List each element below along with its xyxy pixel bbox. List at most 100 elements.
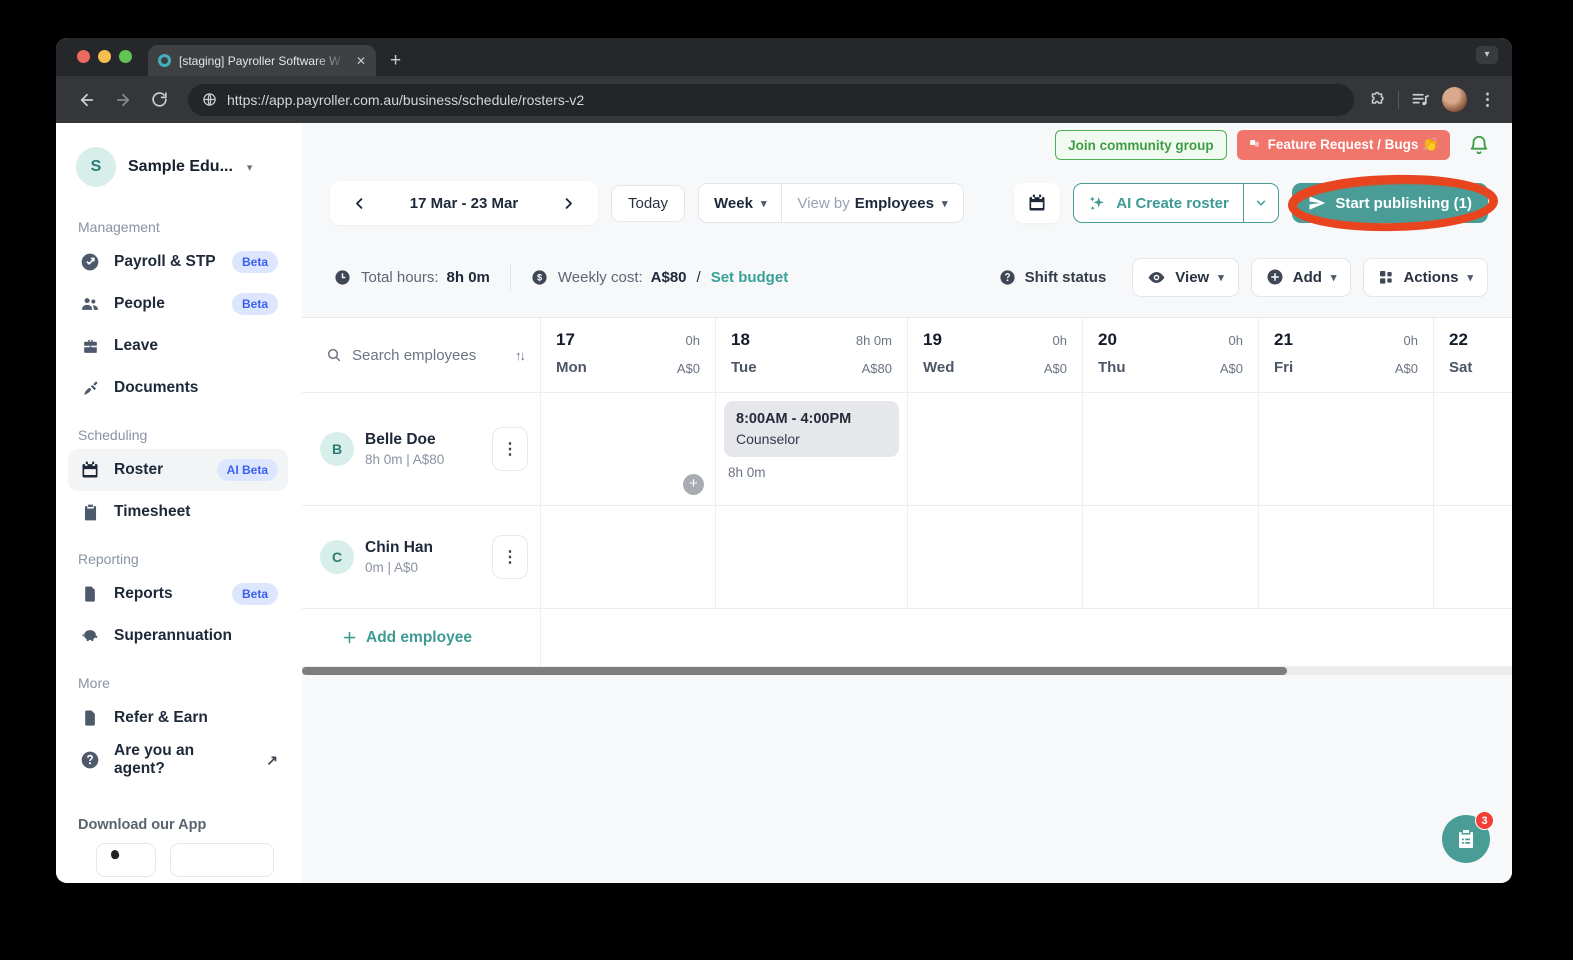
day-header-tue[interactable]: 18 Tue 8h 0m A$80 [716,318,908,393]
extensions-icon[interactable] [1368,91,1386,109]
ai-create-roster-dropdown[interactable] [1244,184,1278,222]
sidebar-item-are-you-an-agent[interactable]: Are you an agent? ↗ [68,739,288,781]
feature-request-button[interactable]: Feature Request / Bugs 👏 [1236,130,1450,160]
set-budget-link[interactable]: Set budget [711,269,789,286]
shift-cell-mon[interactable]: + [541,393,716,506]
shift-cell-tue[interactable]: 8:00AM - 4:00PM Counselor 8h 0m [716,393,908,506]
sidebar-item-refer-earn[interactable]: Refer & Earn [68,697,288,739]
shift-cell-sat[interactable] [1434,393,1512,506]
prev-week-icon[interactable] [352,196,367,211]
shift-cell-tue[interactable] [716,506,908,609]
app-store-button[interactable] [96,843,156,877]
actions-dropdown-button[interactable]: Actions ▾ [1363,257,1488,297]
roster-grid: Search employees ↑↓ 17 Mon 0h A$0 18 Tue 8h… [302,317,1512,675]
sidebar-item-payroll-stp[interactable]: Payroll & STP Beta [68,241,288,283]
sidebar-item-superannuation[interactable]: Superannuation [68,615,288,657]
tab-close-icon[interactable]: ✕ [356,54,366,68]
tasks-floating-button[interactable]: 3 [1442,811,1494,863]
profile-avatar[interactable] [1442,87,1467,112]
employee-menu-button[interactable]: ⋮ [492,427,528,471]
search-placeholder: Search employees [352,346,477,364]
shift-status-toggle[interactable]: Shift status [999,269,1106,286]
sidebar-item-label: Documents [114,379,199,396]
employee-row: C Chin Han 0m | A$0 ⋮ [302,506,1512,609]
sort-icon[interactable]: ↑↓ [515,348,526,363]
browser-tab[interactable]: [staging] Payroller Software W ✕ [148,45,376,76]
tab-search-chevron-icon[interactable]: ▾ [1476,46,1498,64]
next-week-icon[interactable] [561,196,576,211]
browser-window: [staging] Payroller Software W ✕ + ▾ htt… [56,38,1512,883]
clock-icon [334,269,351,286]
shift-cell-wed[interactable] [908,393,1083,506]
sidebar-item-reports[interactable]: Reports Beta [68,573,288,615]
eye-icon [1147,268,1166,287]
shift-card[interactable]: 8:00AM - 4:00PM Counselor [724,401,899,457]
roster-toolbar: 17 Mar - 23 Mar Today Week ▾ View by Empl… [302,174,1512,232]
new-tab-button[interactable]: + [390,50,401,72]
sidebar-item-documents[interactable]: Documents [68,367,288,409]
start-publishing-button[interactable]: Start publishing (1) [1292,183,1488,223]
shift-cell-thu[interactable] [1083,393,1259,506]
view-by-selector[interactable]: View by Employees ▾ [782,184,962,222]
today-button[interactable]: Today [611,184,686,222]
browser-tab-bar: [staging] Payroller Software W ✕ + ▾ [56,38,1512,76]
people-icon [80,294,100,314]
calendar-icon [80,460,100,480]
address-bar[interactable]: https://app.payroller.com.au/business/sc… [188,83,1354,116]
day-header-fri[interactable]: 21 Fri 0h A$0 [1259,318,1434,393]
day-header-sat[interactable]: 22 Sat [1434,318,1512,393]
browser-toolbar: https://app.payroller.com.au/business/sc… [56,76,1512,123]
day-header-wed[interactable]: 19 Wed 0h A$0 [908,318,1083,393]
shift-cell-fri[interactable] [1259,393,1434,506]
shift-cell-mon[interactable] [541,506,716,609]
day-header-thu[interactable]: 20 Thu 0h A$0 [1083,318,1259,393]
view-dropdown-button[interactable]: View ▾ [1132,257,1239,297]
sidebar-item-leave[interactable]: Leave [68,325,288,367]
site-info-icon[interactable] [202,92,217,107]
window-controls[interactable] [77,50,132,63]
join-community-button[interactable]: Join community group [1055,130,1227,160]
day-header-mon[interactable]: 17 Mon 0h A$0 [541,318,716,393]
employee-menu-button[interactable]: ⋮ [492,535,528,579]
plus-circle-icon [1266,268,1284,286]
add-shift-icon[interactable]: + [683,474,704,495]
plus-icon [343,631,356,644]
google-play-button[interactable] [170,843,274,877]
shift-cell-fri[interactable] [1259,506,1434,609]
shift-cell-sat[interactable] [1434,506,1512,609]
shift-cell-thu[interactable] [1083,506,1259,609]
sidebar-item-people[interactable]: People Beta [68,283,288,325]
svg-text:$: $ [537,272,542,282]
sidebar-item-label: Timesheet [114,503,191,520]
tab-title: [staging] Payroller Software W [179,53,341,68]
maximize-window-button[interactable] [119,50,132,63]
sparkles-icon [1090,195,1105,210]
shift-cell-wed[interactable] [908,506,1083,609]
add-employee-button[interactable]: Add employee [342,629,472,647]
sidebar-item-timesheet[interactable]: Timesheet [68,491,288,533]
add-dropdown-button[interactable]: Add ▾ [1250,257,1352,297]
chevron-down-icon: ▾ [1467,271,1473,284]
sidebar-item-roster[interactable]: Roster AI Beta [68,449,288,491]
beta-badge: Beta [231,293,278,315]
search-employees-input[interactable]: Search employees ↑↓ [302,318,541,393]
tab-audio-icon[interactable] [1411,90,1430,109]
forward-icon[interactable] [108,85,138,115]
chevron-down-icon: ▾ [760,197,767,210]
scrollbar-thumb[interactable] [302,667,1287,675]
browser-menu-icon[interactable]: ⋮ [1479,90,1496,110]
notifications-bell-icon[interactable] [1468,134,1490,156]
ai-create-roster-button[interactable]: AI Create roster [1074,184,1243,222]
section-label-more: More [78,675,110,691]
reload-icon[interactable] [144,85,174,115]
close-window-button[interactable] [77,50,90,63]
minimize-window-button[interactable] [98,50,111,63]
horizontal-scrollbar[interactable] [302,667,1512,675]
week-selector[interactable]: Week ▾ [699,184,781,222]
back-icon[interactable] [72,85,102,115]
calendar-settings-button[interactable] [1014,183,1061,223]
date-range-navigator: 17 Mar - 23 Mar [330,181,598,225]
chevron-down-icon: ▾ [941,197,948,210]
business-selector[interactable]: S Sample Edu... ▾ [68,147,288,201]
sidebar-item-label: Roster [114,461,164,478]
